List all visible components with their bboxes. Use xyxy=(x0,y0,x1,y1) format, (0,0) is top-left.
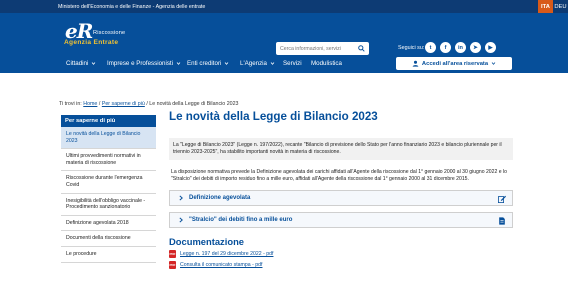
chevron-down-icon xyxy=(225,62,229,65)
accordion-label: Definizione agevolata xyxy=(189,195,251,202)
nav-cittadini[interactable]: Cittadini xyxy=(66,60,96,67)
nav-servizi[interactable]: Servizi xyxy=(283,60,302,67)
language-ita[interactable]: ITA xyxy=(538,0,553,13)
document-item: PDF Consulta il comunicato stampa - pdf xyxy=(169,261,513,270)
search-input[interactable] xyxy=(276,43,356,54)
facebook-icon[interactable]: f xyxy=(440,42,451,53)
ministry-link[interactable]: Ministero dell'Economia e delle Finanze … xyxy=(58,4,205,10)
body-paragraph: La disposizione normativa prevede la Def… xyxy=(171,168,507,182)
chevron-down-icon xyxy=(270,62,275,65)
nav-agenzia[interactable]: L'Agenzia xyxy=(240,60,275,67)
nav-enti-creditori[interactable]: Enti creditori xyxy=(187,60,229,67)
nav-imprese[interactable]: Imprese e Professionisti xyxy=(107,60,181,67)
chevron-right-icon xyxy=(179,195,183,201)
language-switcher: ITA DEU xyxy=(538,0,568,13)
twitter-icon[interactable]: t xyxy=(425,42,436,53)
logo-subtitle: Riscossione xyxy=(93,30,126,36)
nav-label: Servizi xyxy=(283,60,302,67)
nav-label: L'Agenzia xyxy=(240,60,267,67)
breadcrumb-home[interactable]: Home xyxy=(83,101,97,107)
youtube-icon[interactable]: ▶ xyxy=(485,42,496,53)
sidebar-item-legge-bilancio[interactable]: Le novità della Legge di Bilancio 2023 xyxy=(61,127,156,150)
top-bar: Ministero dell'Economia e delle Finanze … xyxy=(0,0,568,13)
logo-agency: Agenzia Entrate xyxy=(64,39,119,46)
breadcrumb-prefix: Ti trovi in: xyxy=(59,101,82,107)
accordion-definizione-agevolata[interactable]: Definizione agevolata xyxy=(169,190,513,207)
accordion-label: "Stralcio" dei debiti fino a mille euro xyxy=(189,217,293,224)
pdf-icon: PDF xyxy=(169,250,176,259)
main-content: Le novità della Legge di Bilancio 2023 L… xyxy=(169,110,513,270)
main-nav: Cittadini Imprese e Professionisti Enti … xyxy=(0,55,568,73)
chevron-right-icon xyxy=(179,217,183,223)
linkedin-icon[interactable]: in xyxy=(455,42,466,53)
nav-label: Cittadini xyxy=(66,60,89,67)
sidebar-item-provvedimenti[interactable]: Ultimi provvedimenti normativi in materi… xyxy=(61,149,156,172)
chevron-down-icon xyxy=(491,62,496,65)
breadcrumb-current: Le novità della Legge di Bilancio 2023 xyxy=(149,101,239,107)
sidebar-item-procedure[interactable]: Le procedure xyxy=(61,247,156,263)
sidebar-item-covid[interactable]: Riscossione durante l'emergenza Covid xyxy=(61,171,156,194)
site-header: eR Riscossione Agenzia Entrate Seguici s… xyxy=(0,13,568,55)
follow-us-label: Seguici su: xyxy=(398,45,425,51)
breadcrumb-section[interactable]: Per saperne di più xyxy=(102,101,145,107)
pdf-icon: PDF xyxy=(169,261,176,270)
user-icon xyxy=(412,60,419,67)
chevron-down-icon xyxy=(92,62,96,65)
chevron-down-icon xyxy=(176,62,181,65)
language-deu[interactable]: DEU xyxy=(553,0,568,13)
sidebar-item-obbligo-vaccinale[interactable]: Inesigibilità dell'obbligo vaccinale - P… xyxy=(61,194,156,216)
edit-icon xyxy=(498,195,506,204)
access-button-label: Accedi all'area riservata xyxy=(421,60,489,67)
search-box xyxy=(276,42,369,55)
accordion-stralcio[interactable]: "Stralcio" dei debiti fino a mille euro xyxy=(169,212,513,229)
sidebar-item-documenti[interactable]: Documenti della riscossione xyxy=(61,231,156,247)
agency-logo[interactable]: eR Riscossione Agenzia Entrate xyxy=(58,19,138,49)
intro-box: La "Legge di Bilancio 2023" (Legge n. 19… xyxy=(169,138,513,160)
breadcrumb: Ti trovi in: Home / Per saperne di più /… xyxy=(59,101,239,107)
sidebar-heading: Per saperne di più xyxy=(61,115,156,127)
document-item: PDF Legge n. 197 del 29 dicembre 2022 - … xyxy=(169,250,513,259)
access-reserved-area-button[interactable]: Accedi all'area riservata xyxy=(396,57,512,70)
document-icon xyxy=(499,217,505,225)
sidebar: Per saperne di più Le novità della Legge… xyxy=(61,115,156,263)
page-title: Le novità della Legge di Bilancio 2023 xyxy=(169,110,378,123)
documentation-heading: Documentazione xyxy=(169,236,245,248)
nav-label: Modulistica xyxy=(311,60,342,67)
document-link-comunicato[interactable]: Consulta il comunicato stampa - pdf xyxy=(180,262,262,268)
search-icon[interactable] xyxy=(356,44,366,54)
document-link-legge[interactable]: Legge n. 197 del 29 dicembre 2022 - pdf xyxy=(180,251,273,257)
nav-label: Enti creditori xyxy=(187,60,222,67)
nav-modulistica[interactable]: Modulistica xyxy=(311,60,342,67)
sidebar-item-definizione-2018[interactable]: Definizione agevolata 2018 xyxy=(61,216,156,232)
telegram-icon[interactable]: ➤ xyxy=(470,42,481,53)
nav-label: Imprese e Professionisti xyxy=(107,60,174,67)
